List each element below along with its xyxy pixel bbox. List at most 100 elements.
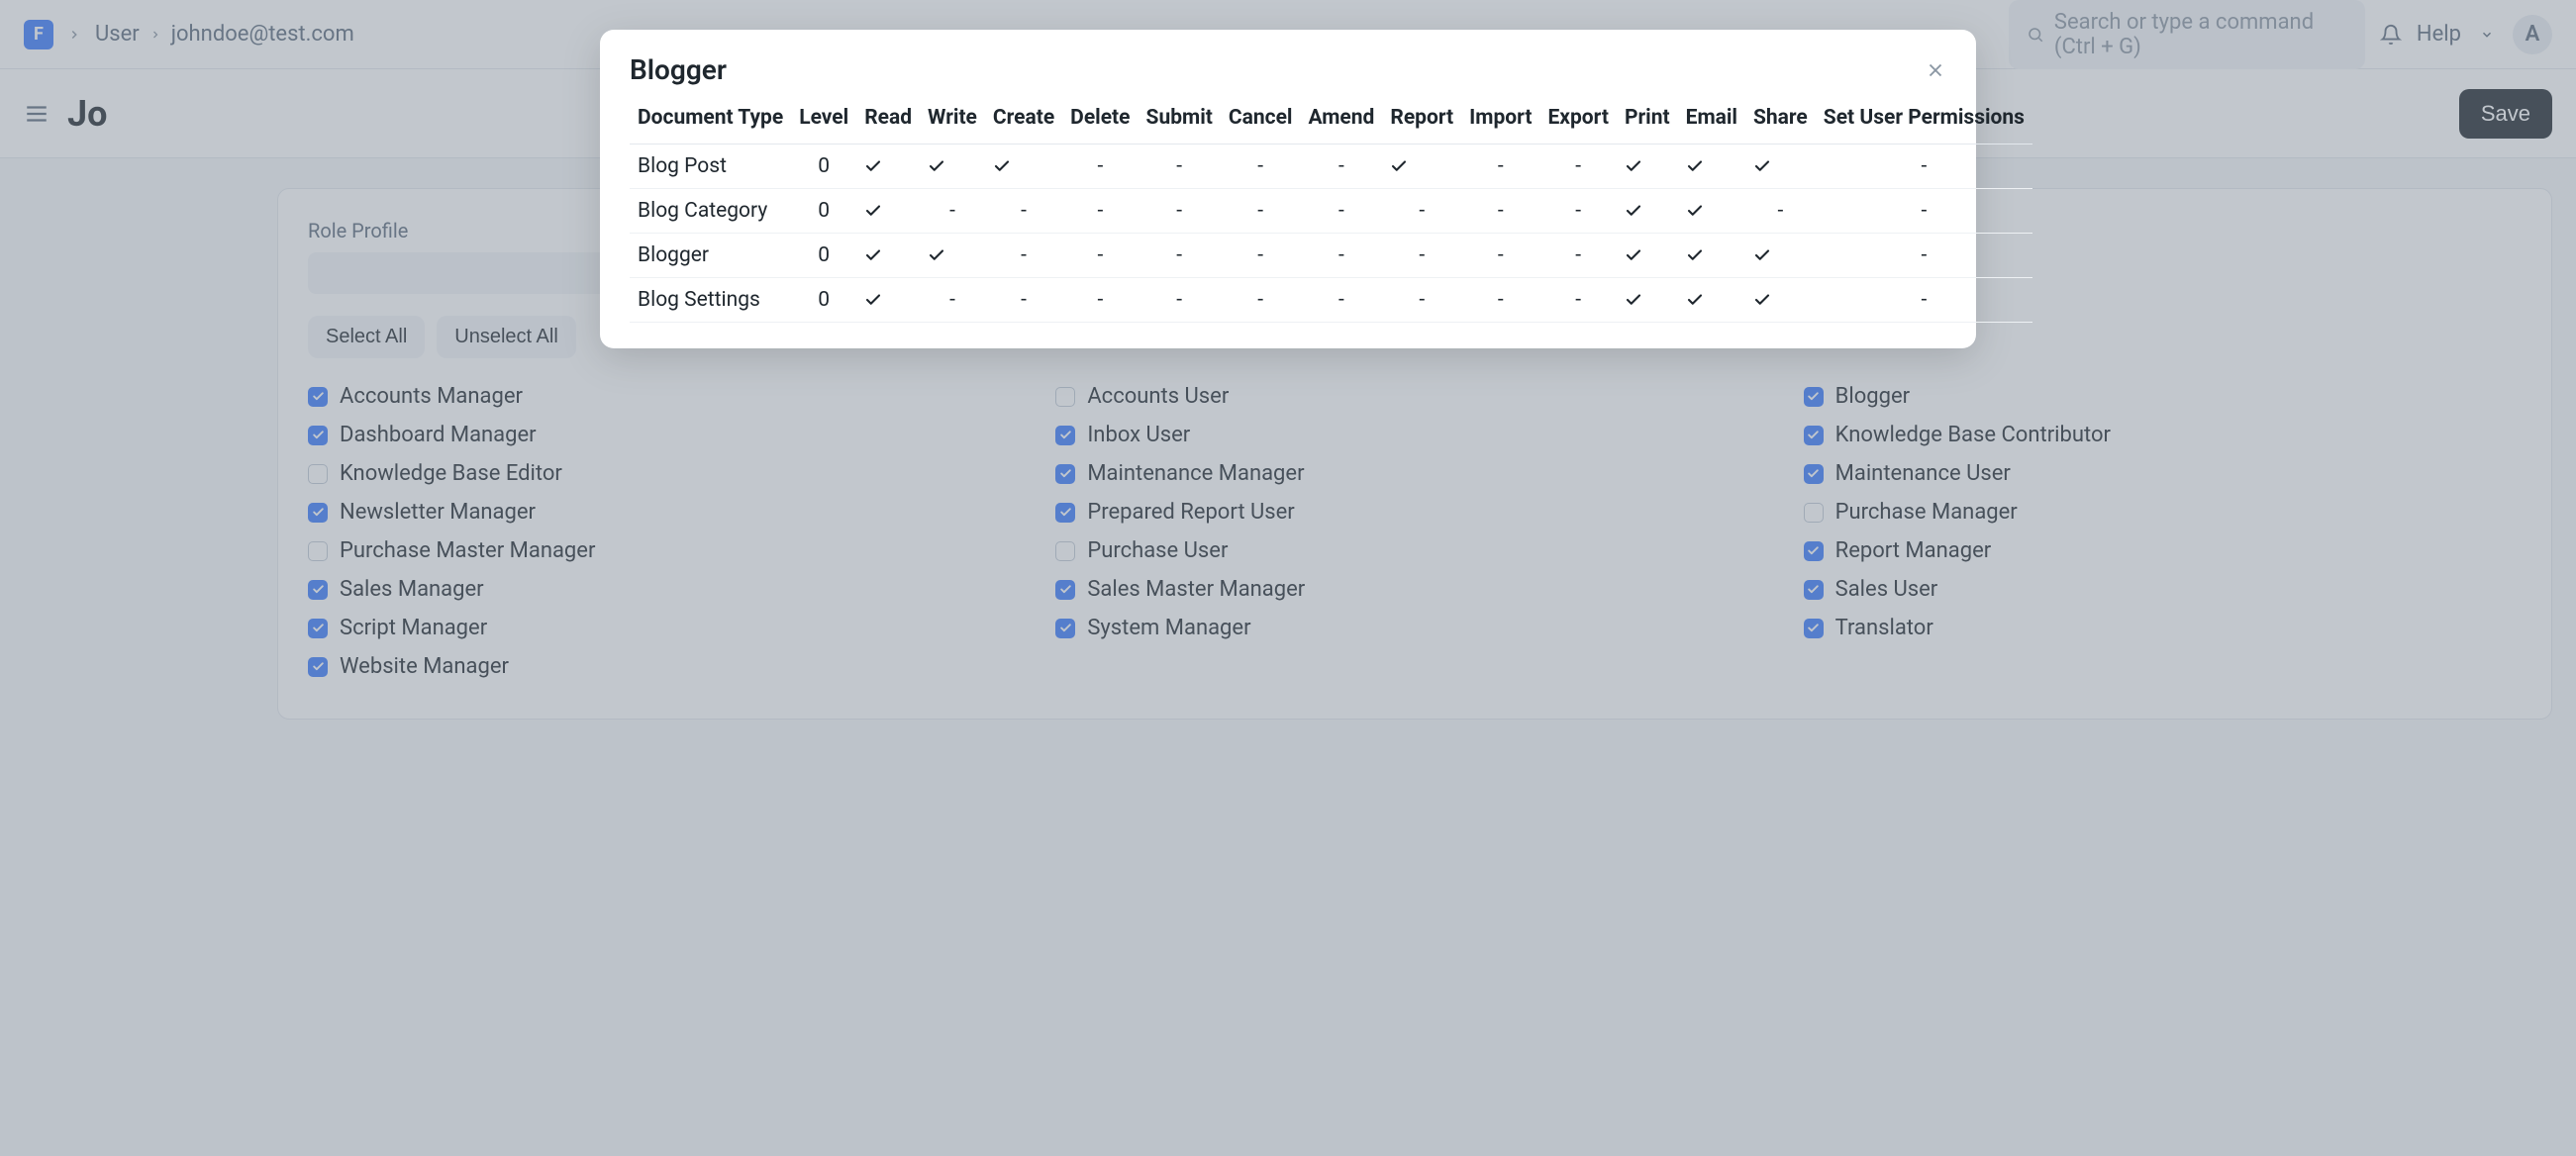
dash-icon: - (1021, 288, 1027, 312)
perm-cell (1617, 144, 1678, 189)
perm-cell (1617, 234, 1678, 278)
dash-icon: - (1498, 199, 1504, 223)
perm-cell: - (1062, 278, 1138, 323)
close-icon (1925, 59, 1946, 81)
level-cell: 0 (791, 278, 856, 323)
perm-cell: - (1382, 189, 1461, 234)
close-button[interactable] (1925, 59, 1946, 81)
dash-icon: - (949, 288, 955, 312)
check-icon (1625, 291, 1670, 309)
check-icon (1625, 157, 1670, 175)
dash-icon: - (1021, 243, 1027, 267)
dash-icon: - (1498, 243, 1504, 267)
perm-cell: - (1139, 144, 1221, 189)
perm-cell: - (1221, 144, 1301, 189)
dash-icon: - (1338, 199, 1344, 223)
column-header: Delete (1062, 96, 1138, 144)
perm-cell: - (920, 189, 985, 234)
modal-title: Blogger (630, 53, 727, 86)
perm-cell: - (1382, 234, 1461, 278)
perm-cell (920, 234, 985, 278)
perm-cell: - (1062, 234, 1138, 278)
column-header: Import (1461, 96, 1539, 144)
check-icon (1686, 202, 1737, 220)
column-header: Create (985, 96, 1062, 144)
check-icon (1686, 157, 1737, 175)
column-header: Submit (1139, 96, 1221, 144)
dash-icon: - (1575, 288, 1581, 312)
permissions-table: Document TypeLevelReadWriteCreateDeleteS… (630, 96, 2032, 323)
permissions-modal: Blogger Document TypeLevelReadWriteCreat… (600, 30, 1976, 348)
perm-cell: - (985, 189, 1062, 234)
perm-cell (1745, 234, 1816, 278)
perm-cell (1745, 278, 1816, 323)
column-header: Export (1539, 96, 1616, 144)
perm-cell: - (1745, 189, 1816, 234)
table-row: Blogger0--------- (630, 234, 2032, 278)
perm-cell: - (1300, 234, 1382, 278)
perm-cell (1745, 144, 1816, 189)
dash-icon: - (1338, 154, 1344, 178)
dash-icon: - (1419, 243, 1425, 267)
check-icon (864, 246, 912, 264)
dash-icon: - (1176, 288, 1182, 312)
check-icon (864, 291, 912, 309)
perm-cell: - (1539, 189, 1616, 234)
perm-cell: - (1221, 234, 1301, 278)
dash-icon: - (1419, 199, 1425, 223)
perm-cell: - (1539, 278, 1616, 323)
dash-icon: - (1777, 199, 1783, 223)
perm-cell: - (1300, 144, 1382, 189)
modal-overlay[interactable]: Blogger Document TypeLevelReadWriteCreat… (0, 0, 2576, 1156)
dash-icon: - (1257, 288, 1263, 312)
perm-cell (920, 144, 985, 189)
perm-cell (856, 278, 920, 323)
check-icon (928, 246, 977, 264)
check-icon (928, 157, 977, 175)
check-icon (864, 202, 912, 220)
column-header: Write (920, 96, 985, 144)
check-icon (1686, 246, 1737, 264)
perm-cell: - (1062, 189, 1138, 234)
dash-icon: - (1097, 199, 1103, 223)
check-icon (1390, 157, 1453, 175)
column-header: Cancel (1221, 96, 1301, 144)
level-cell: 0 (791, 189, 856, 234)
perm-cell: - (1539, 234, 1616, 278)
dash-icon: - (1257, 199, 1263, 223)
perm-cell: - (1461, 278, 1539, 323)
dash-icon: - (1575, 154, 1581, 178)
dash-icon: - (1097, 154, 1103, 178)
column-header: Level (791, 96, 856, 144)
dash-icon: - (1338, 288, 1344, 312)
table-row: Blog Post0------- (630, 144, 2032, 189)
perm-cell: - (1382, 278, 1461, 323)
perm-cell (1678, 234, 1745, 278)
doc-type-cell: Blogger (630, 234, 791, 278)
perm-cell (1617, 278, 1678, 323)
dash-icon: - (1921, 288, 1927, 312)
dash-icon: - (1097, 288, 1103, 312)
check-icon (1753, 291, 1808, 309)
dash-icon: - (1419, 288, 1425, 312)
table-row: Blog Settings0---------- (630, 278, 2032, 323)
dash-icon: - (1176, 154, 1182, 178)
perm-cell: - (985, 234, 1062, 278)
table-row: Blog Category0----------- (630, 189, 2032, 234)
perm-cell: - (920, 278, 985, 323)
dash-icon: - (1338, 243, 1344, 267)
perm-cell (856, 234, 920, 278)
column-header: Read (856, 96, 920, 144)
table-header-row: Document TypeLevelReadWriteCreateDeleteS… (630, 96, 2032, 144)
dash-icon: - (1498, 288, 1504, 312)
dash-icon: - (1921, 154, 1927, 178)
dash-icon: - (1097, 243, 1103, 267)
perm-cell (1678, 189, 1745, 234)
doc-type-cell: Blog Post (630, 144, 791, 189)
column-header: Report (1382, 96, 1461, 144)
check-icon (864, 157, 912, 175)
perm-cell: - (1816, 189, 2032, 234)
perm-cell: - (985, 278, 1062, 323)
dash-icon: - (1257, 154, 1263, 178)
dash-icon: - (1575, 243, 1581, 267)
